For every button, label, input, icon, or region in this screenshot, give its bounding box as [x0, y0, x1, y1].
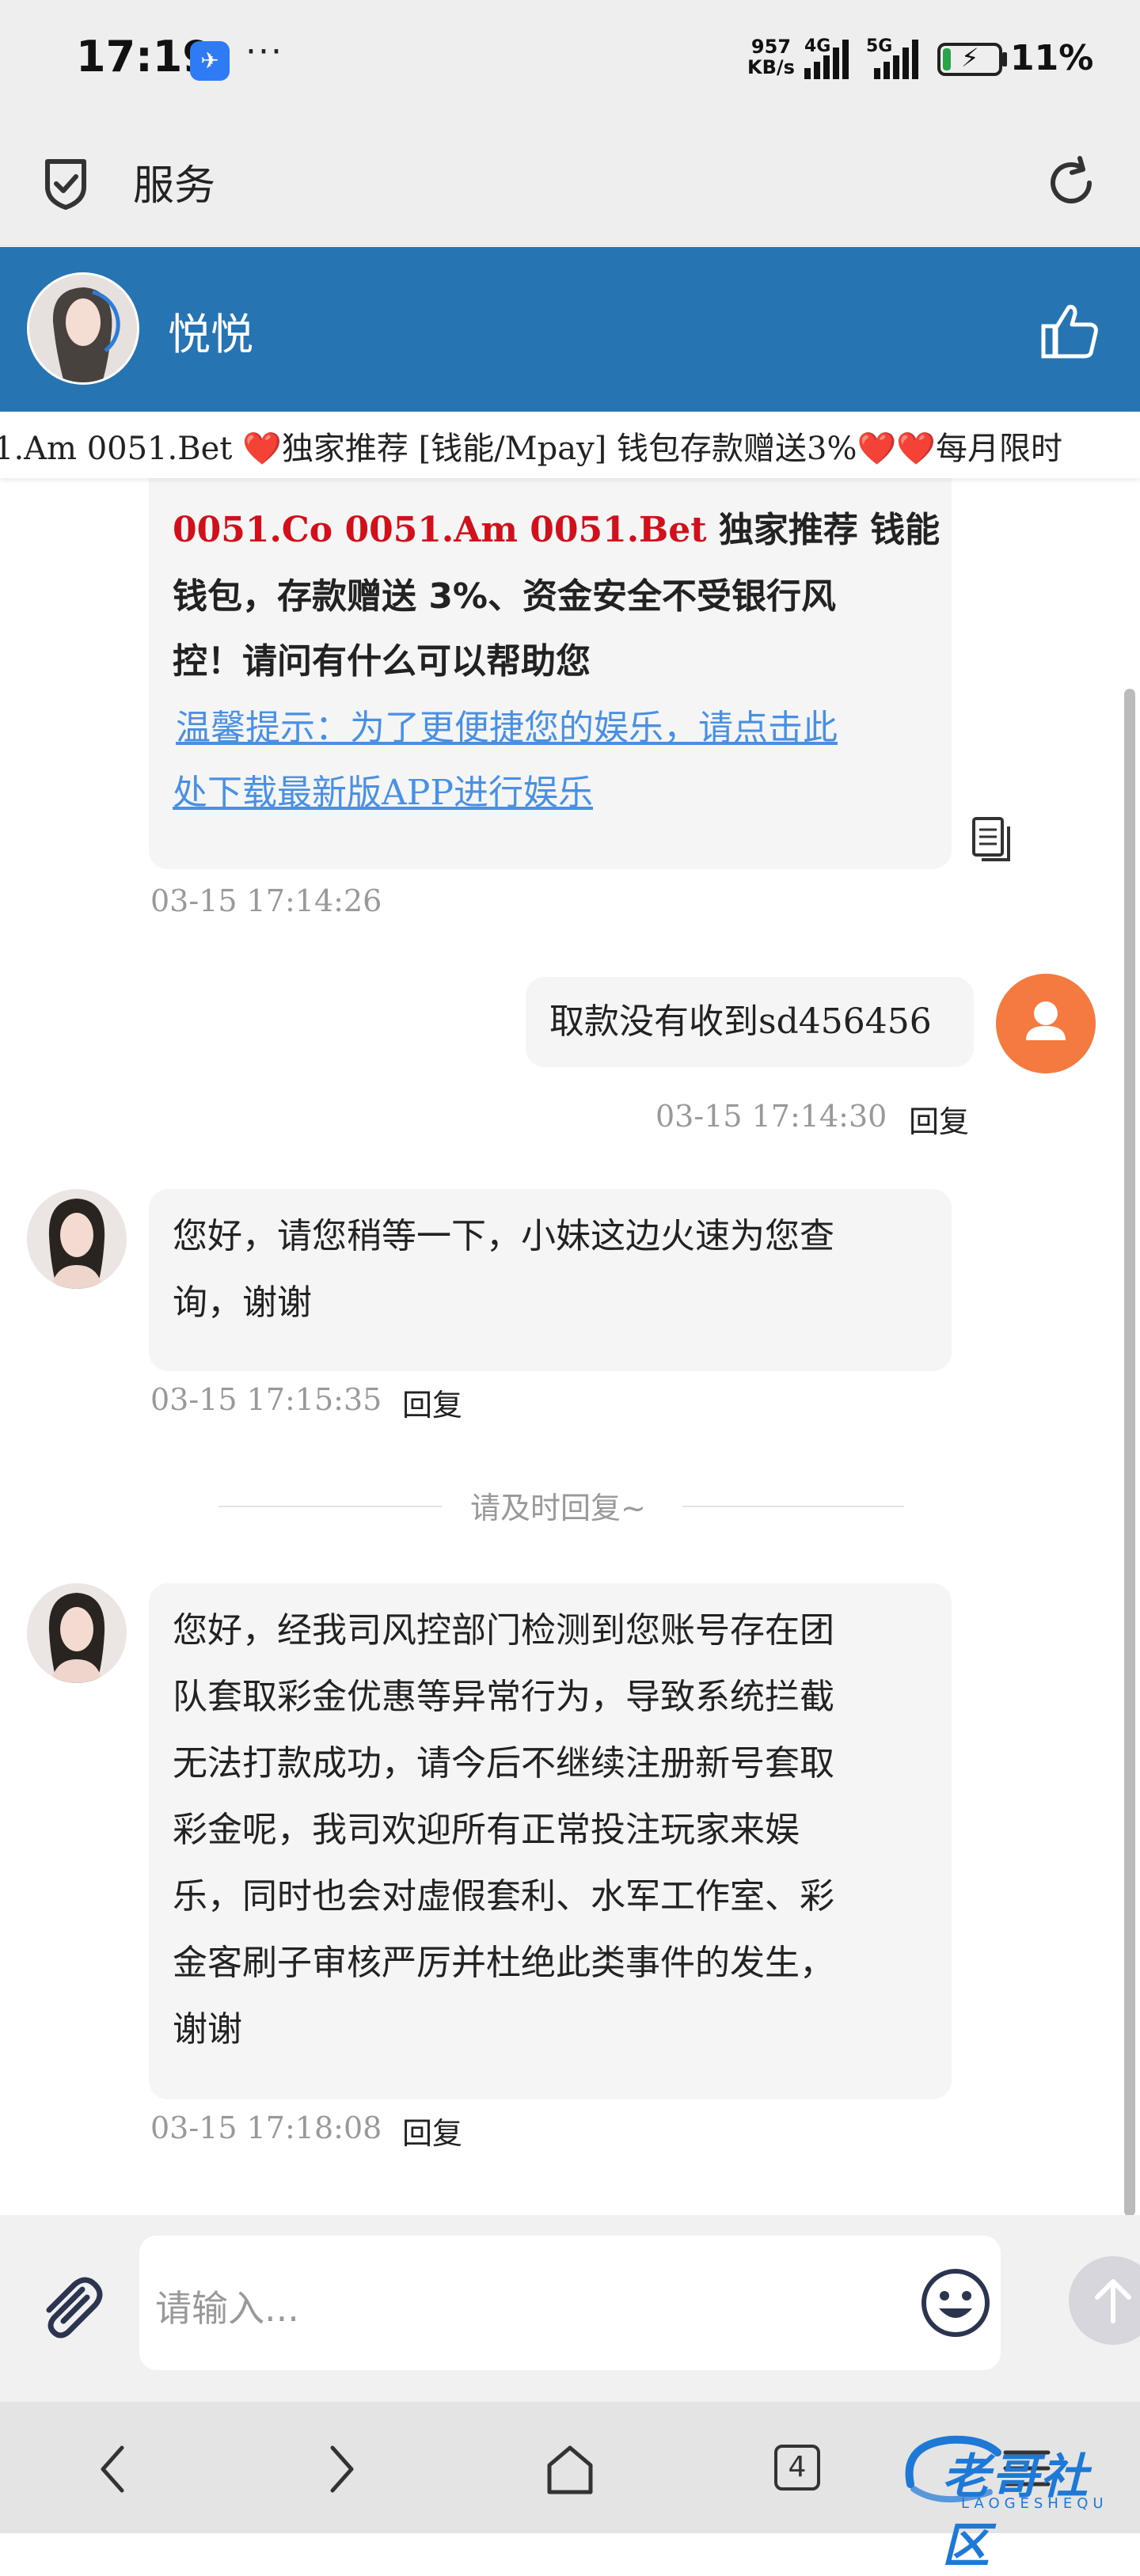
arrow-up-icon — [1095, 2279, 1131, 2323]
download-app-link[interactable]: 温馨提示：为了更便捷您的娱乐，请点击此 — [176, 695, 838, 762]
message-line: 询，谢谢 — [173, 1282, 312, 1323]
message-timestamp: 03-15 17:14:26 — [150, 883, 382, 918]
status-bar: 17:19 ✈ ··· 957 KB/s 4G 5G ⚡ 11% — [0, 0, 1140, 119]
agent-avatar — [27, 272, 139, 385]
ticker-text: 1.Am 0051.Bet ❤️独家推荐 [钱能/Mpay] 钱包存款赠送3%❤… — [0, 431, 1063, 467]
input-bar: 请输入... — [0, 2215, 1140, 2402]
reply-button[interactable]: 回复 — [402, 1381, 462, 1424]
battery-icon: ⚡ — [937, 43, 1002, 76]
chat-area[interactable]: 0051.Com 0051.Co 0051.Am 0051.Bet 0051.C… — [0, 478, 1140, 2215]
signal-4g-label: 4G — [804, 36, 831, 56]
net-speed-value: 957 — [750, 36, 792, 58]
reply-button[interactable]: 回复 — [909, 1097, 969, 1141]
browser-nav-bar: 4 老哥社区 LAOGESHEQU — [0, 2402, 1140, 2574]
reply-button[interactable]: 回复 — [402, 2109, 462, 2152]
message-line: 金客刷子审核严厉并杜绝此类事件的发生， — [173, 1943, 834, 1983]
signal-5g-label: 5G — [866, 36, 893, 56]
paperclip-icon[interactable] — [32, 2269, 108, 2345]
message-line: 0051.Co 0051.Am 0051.Bet 独家推荐 钱能 — [173, 497, 940, 564]
user-message-bubble: 取款没有收到sd456456 — [526, 977, 974, 1067]
agent-avatar-small — [27, 1583, 127, 1683]
agent-message-bubble: 您好，请您稍等一下，小妹这边火速为您查 询，谢谢 — [149, 1189, 952, 1371]
net-speed: 957 KB/s — [747, 36, 795, 78]
user-avatar-icon — [996, 974, 1096, 1073]
message-line: 乐，同时也会对虚假套利、水军工作室、彩 — [173, 1876, 834, 1917]
send-button[interactable] — [1069, 2256, 1140, 2345]
divider-line-right — [682, 1506, 904, 1507]
message-red-text: 0051.Co 0051.Am 0051.Bet — [173, 510, 707, 550]
page-title: 服务 — [133, 162, 216, 210]
message-text: 0051.Com 0051.Co 0051.Am 0051.Bet — [173, 478, 916, 499]
battery-percent: 11% — [1010, 38, 1094, 78]
tabs-button[interactable]: 4 — [774, 2445, 820, 2491]
message-line: 钱包，存款赠送 3%、资金安全不受银行风 — [173, 576, 837, 617]
message-line: 队套取彩金优惠等异常行为，导致系统拦截 — [173, 1677, 834, 1717]
agent-message-bubble: 0051.Com 0051.Co 0051.Am 0051.Bet 0051.C… — [149, 478, 952, 869]
back-icon[interactable] — [93, 2441, 133, 2497]
message-bold-text: 独家推荐 钱能 — [706, 510, 940, 550]
signal-4g-icon: 4G — [804, 36, 855, 79]
copy-icon[interactable] — [971, 815, 1013, 864]
forward-icon[interactable] — [321, 2441, 361, 2497]
watermark-subtext: LAOGESHEQU — [961, 2495, 1108, 2512]
message-line: 无法打款成功，请今后不继续注册新号套取 — [173, 1743, 834, 1784]
app-notification-icon: ✈ — [190, 41, 230, 81]
message-timestamp: 03-15 17:15:35 — [150, 1382, 382, 1417]
agent-name: 悦悦 — [168, 310, 253, 359]
input-placeholder: 请输入... — [155, 2287, 299, 2330]
message-input[interactable]: 请输入... — [139, 2236, 1001, 2370]
message-timestamp: 03-15 17:14:30 — [656, 1099, 887, 1134]
message-line: 谢谢 — [173, 2009, 242, 2050]
message-line: 控！请问有什么可以帮助您 — [173, 641, 591, 682]
message-timestamp: 03-15 17:18:08 — [150, 2111, 382, 2145]
thumbs-up-icon[interactable] — [1039, 299, 1102, 363]
net-speed-unit: KB/s — [747, 56, 795, 78]
message-line: 您好，请您稍等一下，小妹这边火速为您查 — [173, 1216, 834, 1256]
watermark-logo: 老哥社区 LAOGESHEQU — [895, 2429, 1132, 2574]
agent-avatar-small — [27, 1189, 127, 1289]
message-line: 彩金呢，我司欢迎所有正常投注玩家来娱 — [173, 1810, 800, 1850]
emoji-icon[interactable] — [918, 2266, 993, 2340]
agent-message-bubble: 您好，经我司风控部门检测到您账号存在团 队套取彩金优惠等异常行为，导致系统拦截 … — [149, 1583, 952, 2099]
divider-line-left — [218, 1506, 442, 1507]
announcement-ticker[interactable]: 1.Am 0051.Bet ❤️独家推荐 [钱能/Mpay] 钱包存款赠送3%❤… — [0, 412, 1140, 478]
chat-scrollbar[interactable] — [1124, 689, 1135, 2217]
message-line: 您好，经我司风控部门检测到您账号存在团 — [173, 1610, 834, 1651]
refresh-icon[interactable] — [1043, 155, 1099, 211]
status-overflow-dots: ··· — [245, 32, 283, 72]
message-text: 取款没有收到sd456456 — [549, 1001, 932, 1042]
signal-5g-icon: 5G — [866, 36, 926, 79]
home-icon[interactable] — [543, 2441, 597, 2497]
app-header: 服务 — [0, 119, 1140, 246]
agent-bar: 悦悦 — [0, 247, 1140, 412]
shield-check-icon[interactable] — [40, 155, 92, 211]
download-app-link-cont[interactable]: 处下载最新版APP进行娱乐 — [173, 760, 593, 826]
reply-reminder: 请及时回复~ — [470, 1491, 646, 1525]
